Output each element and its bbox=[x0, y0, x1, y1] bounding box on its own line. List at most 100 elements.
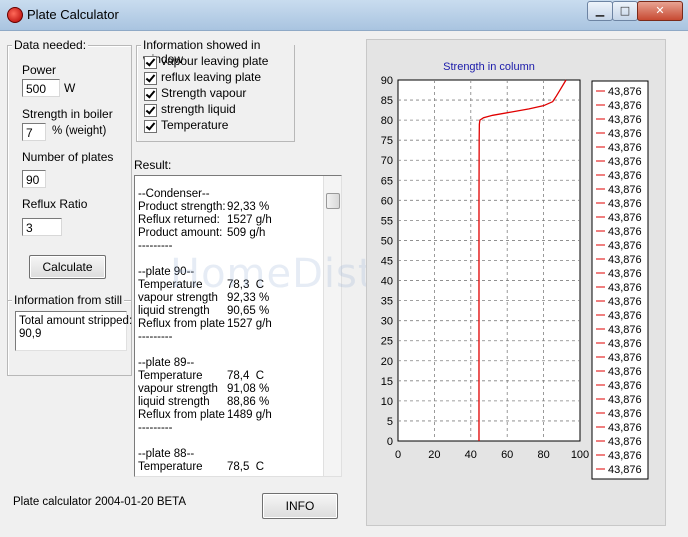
data-needed-group: Data needed: Power 500 W Strength in boi… bbox=[7, 38, 132, 302]
reflux-input[interactable]: 3 bbox=[22, 218, 62, 236]
y-tick-label: 65 bbox=[381, 175, 393, 187]
title-bar: Plate Calculator ▁ □ ✕ bbox=[0, 0, 688, 31]
scrollbar-thumb[interactable] bbox=[326, 193, 340, 209]
y-tick-label: 85 bbox=[381, 95, 393, 107]
close-icon: ✕ bbox=[655, 4, 665, 17]
version-label: Plate calculator 2004-01-20 BETA bbox=[13, 496, 187, 508]
legend-entry: 43,876 bbox=[608, 128, 642, 140]
legend-entry: 43,876 bbox=[608, 100, 642, 112]
legend-entry: 43,876 bbox=[608, 226, 642, 238]
legend-entry: 43,876 bbox=[608, 408, 642, 420]
y-tick-label: 10 bbox=[381, 396, 393, 408]
strength-input[interactable]: 7 bbox=[22, 123, 46, 141]
y-tick-label: 5 bbox=[387, 416, 393, 428]
checkbox-4[interactable] bbox=[144, 120, 157, 133]
result-label: Result: bbox=[134, 158, 172, 172]
result-line: --plate 88-- bbox=[138, 448, 195, 460]
checkbox-2[interactable] bbox=[144, 88, 157, 101]
result-line: --------- bbox=[138, 331, 173, 343]
result-line: Product amount: bbox=[138, 227, 223, 239]
result-line: --Condenser-- bbox=[138, 188, 210, 200]
legend-entry: 43,876 bbox=[608, 184, 642, 196]
app-icon bbox=[7, 7, 23, 23]
still-info-box: Total amount stripped: 90,9 bbox=[15, 311, 132, 351]
result-line: --------- bbox=[138, 240, 173, 252]
result-textbox[interactable]: --Condenser-- Product strength: 92,33 % Ref… bbox=[134, 175, 342, 477]
y-tick-label: 15 bbox=[381, 376, 393, 388]
result-value: 509 g/h bbox=[227, 227, 266, 239]
result-line: Reflux from plate bbox=[138, 409, 225, 421]
x-tick-label: 20 bbox=[428, 449, 440, 461]
result-value: 92,33 % bbox=[227, 201, 270, 213]
checkbox-label: Strength vapour bbox=[161, 86, 247, 100]
close-button[interactable]: ✕ bbox=[637, 1, 683, 21]
result-value: 1527 g/h bbox=[227, 214, 272, 226]
y-tick-label: 55 bbox=[381, 215, 393, 227]
checkbox-label: vapour leaving plate bbox=[161, 54, 269, 68]
legend-entry: 43,876 bbox=[608, 352, 642, 364]
result-line: liquid strength bbox=[138, 396, 210, 408]
x-tick-label: 40 bbox=[465, 449, 477, 461]
result-line: Reflux returned: bbox=[138, 214, 220, 226]
result-scrollbar[interactable] bbox=[323, 176, 341, 476]
window-title: Plate Calculator bbox=[27, 7, 119, 22]
legend-entry: 43,876 bbox=[608, 464, 642, 476]
legend-entry: 43,876 bbox=[608, 380, 642, 392]
still-info-line: Total amount stripped: bbox=[19, 315, 133, 327]
strength-unit: % (weight) bbox=[52, 125, 107, 137]
legend-entry: 43,876 bbox=[608, 436, 642, 448]
strength-chart: Strength in column 0 5 10 15 20 25 30 35 40 45 50 55… bbox=[381, 61, 649, 480]
result-value: 78,5 C bbox=[227, 461, 265, 473]
result-line: Product strength: bbox=[138, 201, 226, 213]
plates-input[interactable]: 90 bbox=[22, 170, 46, 188]
checkbox-0[interactable] bbox=[144, 56, 157, 69]
result-value: 1489 g/h bbox=[227, 409, 272, 421]
x-tick-label: 100 bbox=[571, 449, 589, 461]
y-tick-label: 20 bbox=[381, 356, 393, 368]
result-line: --plate 89-- bbox=[138, 357, 195, 369]
legend-entry: 43,876 bbox=[608, 170, 642, 182]
x-tick-label: 80 bbox=[537, 449, 549, 461]
legend-entry: 43,876 bbox=[608, 310, 642, 322]
legend-entry: 43,876 bbox=[608, 240, 642, 252]
minimize-button[interactable]: ▁ bbox=[587, 1, 613, 21]
result-line: liquid strength bbox=[138, 305, 210, 317]
result-line: --------- bbox=[138, 422, 173, 434]
y-tick-label: 90 bbox=[381, 75, 393, 87]
legend-entry: 43,876 bbox=[608, 142, 642, 154]
still-info-group: Information from still Total amount stri… bbox=[7, 293, 132, 376]
still-info-value: 90,9 bbox=[19, 328, 42, 340]
chart-title: Strength in column bbox=[443, 61, 535, 73]
maximize-button[interactable]: □ bbox=[612, 1, 638, 21]
y-tick-label: 25 bbox=[381, 336, 393, 348]
data-needed-title: Data needed: bbox=[12, 38, 89, 52]
plates-label: Number of plates bbox=[22, 150, 114, 164]
legend-entry: 43,876 bbox=[608, 268, 642, 280]
legend-entry: 43,876 bbox=[608, 198, 642, 210]
client-area: Data needed: Power 500 W Strength in boi… bbox=[0, 31, 688, 537]
reflux-label: Reflux Ratio bbox=[22, 197, 88, 211]
calculate-button[interactable]: Calculate bbox=[29, 255, 106, 279]
power-label: Power bbox=[22, 63, 57, 77]
result-value: 1527 g/h bbox=[227, 318, 272, 330]
x-tick-label: 60 bbox=[501, 449, 513, 461]
checkbox-1[interactable] bbox=[144, 72, 157, 85]
info-button[interactable]: INFO bbox=[262, 493, 338, 519]
still-info-title: Information from still bbox=[12, 293, 125, 307]
result-value: 78,4 C bbox=[227, 370, 265, 382]
legend-entry: 43,876 bbox=[608, 114, 642, 126]
legend-entry: 43,876 bbox=[608, 422, 642, 434]
legend-entry: 43,876 bbox=[608, 212, 642, 224]
checkbox-3[interactable] bbox=[144, 104, 157, 117]
minimize-icon: ▁ bbox=[595, 4, 605, 17]
checkbox-label: reflux leaving plate bbox=[161, 70, 262, 84]
y-tick-label: 80 bbox=[381, 115, 393, 127]
y-tick-label: 30 bbox=[381, 316, 393, 328]
result-value: 91,08 % bbox=[227, 383, 270, 395]
legend-entry: 43,876 bbox=[608, 324, 642, 336]
checkbox-label: strength liquid bbox=[161, 102, 236, 116]
y-tick-label: 50 bbox=[381, 235, 393, 247]
power-input[interactable]: 500 bbox=[22, 79, 60, 97]
chart-panel: Strength in column 0 5 10 15 20 25 30 35 40 45 50 55… bbox=[366, 39, 666, 526]
result-line: Temperature bbox=[138, 370, 203, 382]
